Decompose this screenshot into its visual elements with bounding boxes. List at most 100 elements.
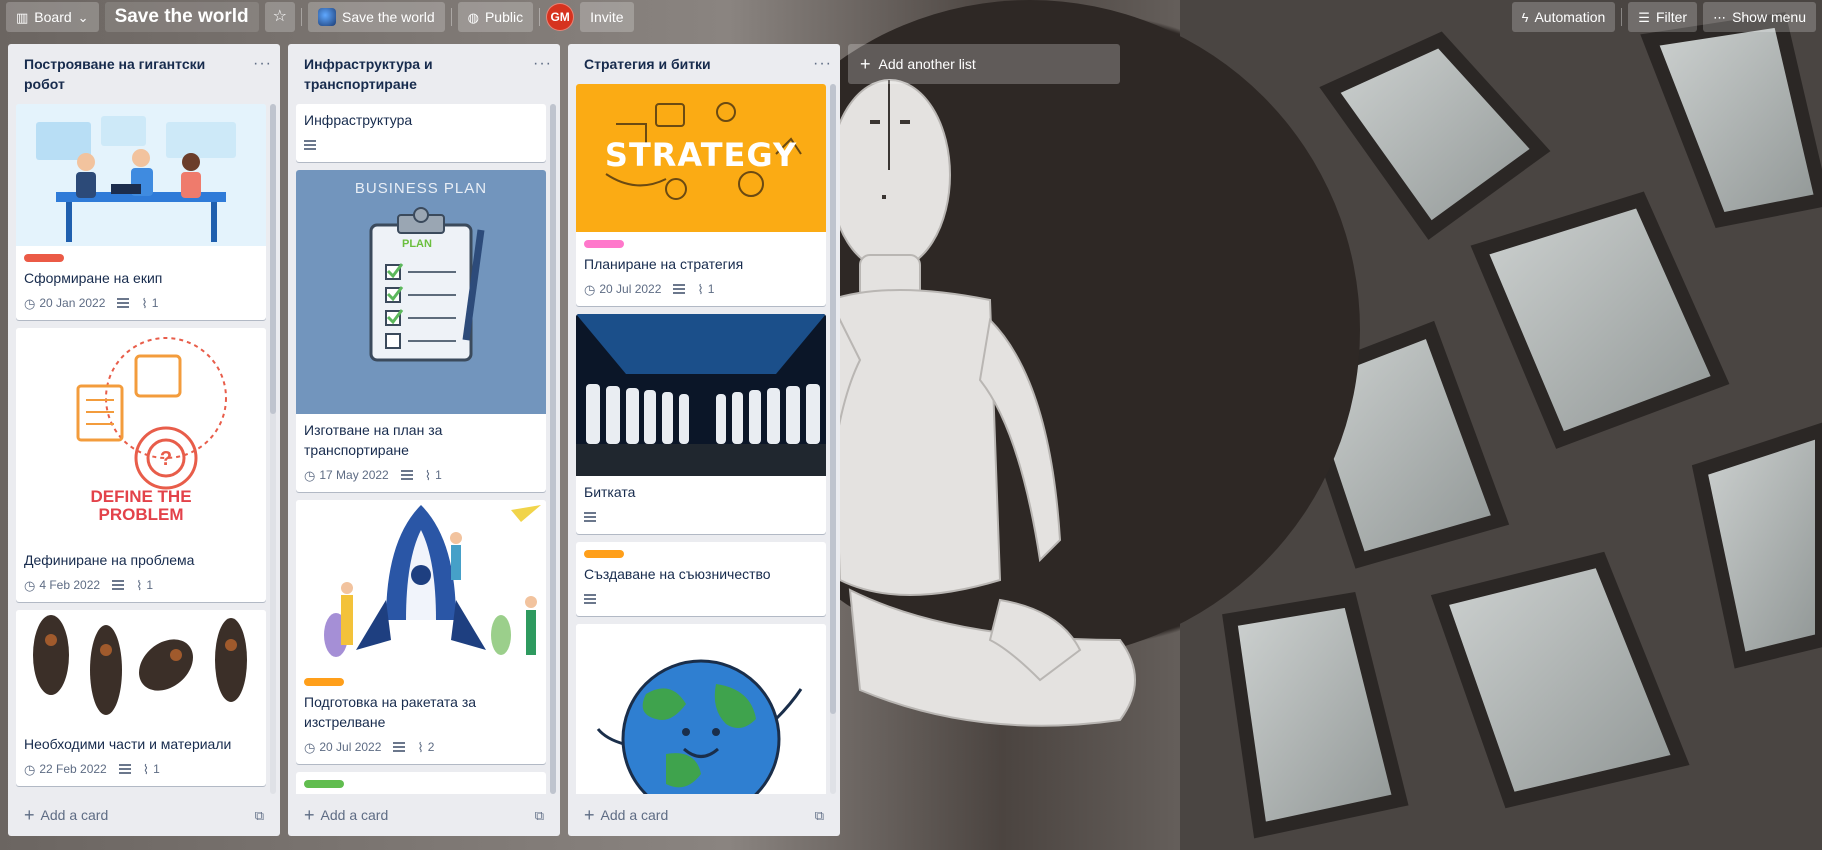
svg-text:?: ? [160,448,172,470]
invite-button[interactable]: Invite [580,2,634,32]
due-date-badge[interactable]: ◷ 17 May 2022 [304,468,389,482]
cover-text-define: DEFINE THE [90,487,192,506]
filter-label: Filter [1655,9,1688,25]
create-from-template-icon[interactable]: ⧉ [815,809,824,822]
list-scrollbar[interactable] [550,104,556,794]
list-scrollbar[interactable] [270,104,276,794]
card-container: Инфраструктура BUSINESS PLAN PLAN Изготв… [296,104,546,794]
card-title: Сформиране на екип [24,270,163,286]
plus-icon: + [24,805,35,825]
plus-icon: + [584,805,595,825]
card-label-green[interactable] [304,780,344,788]
card-label-red[interactable] [24,254,64,262]
paperclip-icon: ⌇ [142,761,150,777]
due-date-badge[interactable]: ◷ 20 Jul 2022 [304,740,381,754]
card[interactable]: Битката [576,314,826,534]
add-card-label: Add a card [40,807,109,823]
card[interactable]: Подготовка на ракетата за изстрелване ◷ 2… [296,500,546,764]
board-view-icon: ▥ [16,9,29,25]
add-card-button[interactable]: + Add a card [584,806,668,824]
attachments-count: 1 [146,578,154,592]
board-view-label: Board [34,9,72,25]
add-card-button[interactable]: + Add a card [24,806,108,824]
description-icon [118,764,131,774]
automation-label: Automation [1534,9,1606,25]
list-menu-icon[interactable]: ··· [253,54,272,72]
add-another-list-button[interactable]: + Add another list [848,44,1120,84]
due-date: 17 May 2022 [319,468,389,482]
attachments-badge: ⌇ 1 [425,468,442,482]
board-title[interactable]: Save the world [104,2,259,32]
list-menu-icon[interactable]: ··· [533,54,552,72]
attachments-badge: ⌇ 1 [136,578,153,592]
plus-icon: + [304,805,315,825]
board-view-switcher[interactable]: ▥ Board ⌄ [6,2,99,32]
list-scrollbar[interactable] [830,84,836,794]
add-card-button[interactable]: + Add a card [304,806,388,824]
cover-text-plan: PLAN [402,238,432,250]
description-badge [112,580,125,590]
card-cover-strategy: STRATEGY [576,84,826,232]
star-board-button[interactable]: ☆ [264,2,296,32]
list-title[interactable]: Инфраструктура и транспортиране [304,54,524,94]
list-menu-icon[interactable]: ··· [813,54,832,72]
automation-button[interactable]: ϟ Automation [1511,2,1616,32]
card[interactable]: ? DEFINE THE PROBLEM Дефиниране на пробл… [16,328,266,602]
workspace-label: Save the world [342,9,435,25]
description-badge [118,764,131,774]
due-date-badge[interactable]: ◷ 20 Jan 2022 [24,296,105,310]
create-from-template-icon[interactable]: ⧉ [255,809,264,822]
paperclip-icon: ⌇ [417,739,424,755]
description-icon [117,298,130,308]
show-menu-button[interactable]: ⋯ Show menu [1703,2,1816,32]
card[interactable]: Инфраструктура [296,104,546,162]
card[interactable]: STRATEGY Планиране на стратегия ◷ 20 Jul … [576,84,826,306]
due-date: 20 Jul 2022 [599,282,662,296]
workspace-button[interactable]: Save the world [308,2,445,32]
card-label-orange[interactable] [584,550,624,558]
card-label-pink[interactable] [584,240,624,248]
card[interactable] [296,772,546,794]
description-icon [400,470,413,480]
visibility-button[interactable]: ◍ Public [457,2,534,32]
cover-text-strategy: STRATEGY [604,136,798,174]
list-header: Построяване на гигантски робот ··· [8,44,280,100]
due-date: 20 Jan 2022 [39,296,106,310]
list-strategy: Стратегия и битки ··· STRATEGY Планиране… [568,44,840,836]
description-icon [304,140,316,150]
card[interactable]: Необходими части и материали ◷ 22 Feb 202… [16,610,266,786]
due-date-badge[interactable]: ◷ 20 Jul 2022 [584,282,661,296]
card[interactable]: Създаване на съюзничество [576,542,826,616]
create-from-template-icon[interactable]: ⧉ [535,809,544,822]
filter-button[interactable]: ☰ Filter [1628,2,1698,32]
due-date-badge[interactable]: ◷ 4 Feb 2022 [24,578,100,592]
due-date: 4 Feb 2022 [39,578,101,592]
card-label-orange[interactable] [304,678,344,686]
member-avatar[interactable]: GM [546,3,575,31]
description-icon [584,512,596,522]
attachments-badge: ⌇ 1 [697,282,714,296]
card-cover-team-meeting [16,104,266,246]
list-title[interactable]: Стратегия и битки [584,54,804,74]
divider [539,8,541,26]
globe-icon: ◍ [467,9,479,25]
more-dots-icon: ⋯ [1713,9,1727,25]
clock-icon: ◷ [304,467,316,483]
description-badge [584,512,596,522]
add-card-label: Add a card [600,807,669,823]
card[interactable] [576,624,826,794]
due-date-badge[interactable]: ◷ 22 Feb 2022 [24,762,107,776]
add-list-label: Add another list [878,56,976,72]
invite-label: Invite [590,9,624,25]
list-title[interactable]: Построяване на гигантски робот [24,54,244,94]
card-title: Планиране на стратегия [584,256,744,272]
list-build-robot: Построяване на гигантски робот ··· Сформ… [8,44,280,836]
card-title: Дефиниране на проблема [24,552,195,568]
attachments-count: 1 [151,296,159,310]
visibility-label: Public [484,9,524,25]
attachments-count: 1 [153,762,160,776]
show-menu-label: Show menu [1732,9,1806,25]
card[interactable]: BUSINESS PLAN PLAN Изготване на план за … [296,170,546,492]
card[interactable]: Сформиране на екип ◷ 20 Jan 2022 ⌇ 1 [16,104,266,320]
list-footer: + Add a card ⧉ [576,798,832,832]
